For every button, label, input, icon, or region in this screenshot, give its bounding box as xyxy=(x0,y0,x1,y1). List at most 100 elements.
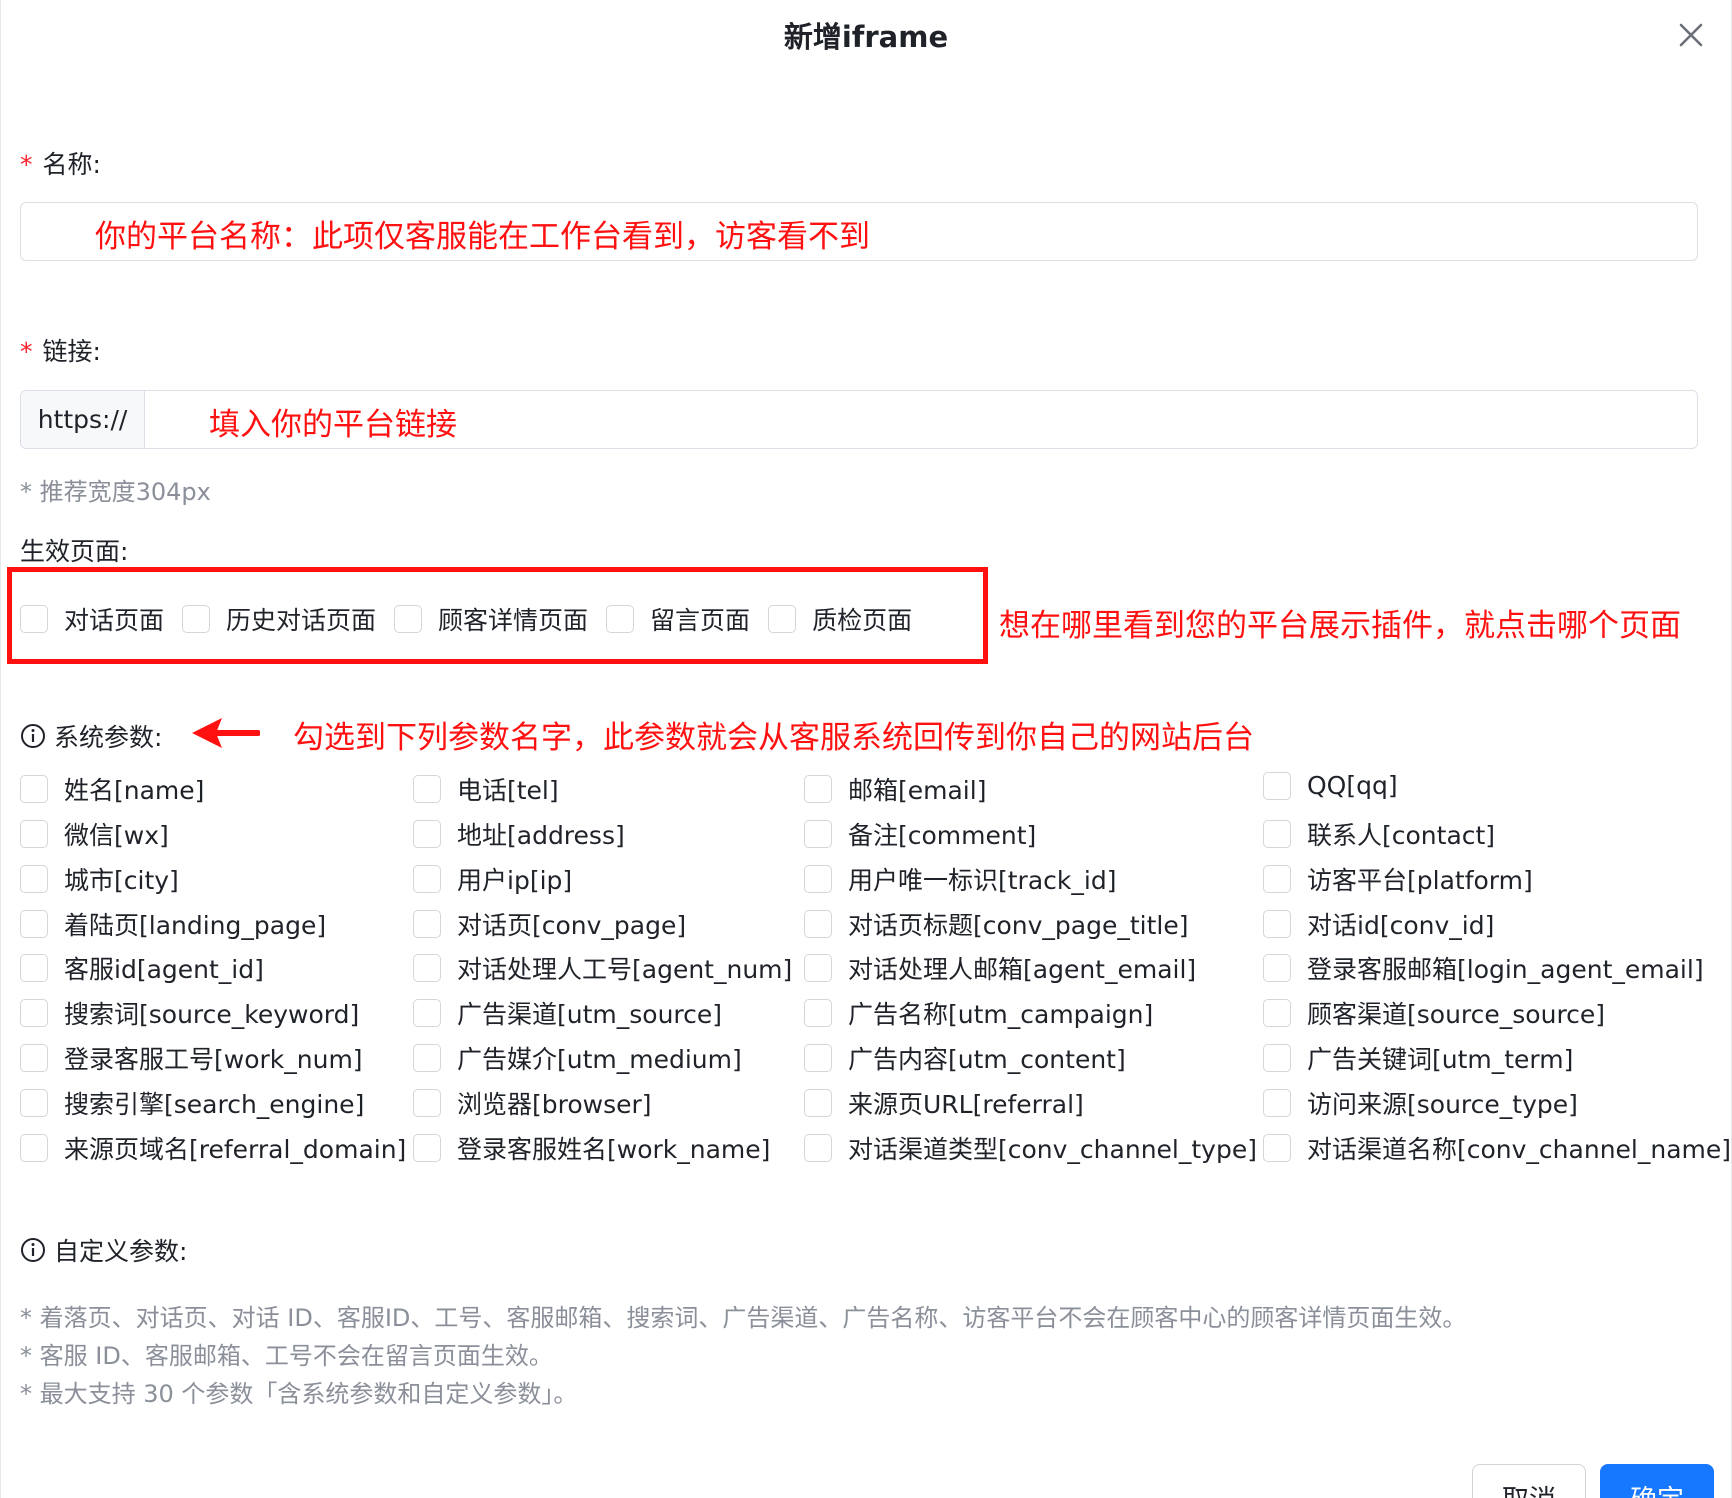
param-option[interactable]: 用户唯一标识[track_id] xyxy=(804,861,1116,897)
checkbox[interactable] xyxy=(804,1044,832,1072)
name-label-text: 名称: xyxy=(42,150,101,179)
param-option[interactable]: 对话页[conv_page] xyxy=(413,906,686,942)
checkbox[interactable] xyxy=(804,820,832,848)
checkbox[interactable] xyxy=(804,1089,832,1117)
param-option[interactable]: 对话渠道名称[conv_channel_name] xyxy=(1263,1130,1731,1166)
checkbox[interactable] xyxy=(1263,954,1291,982)
checkbox[interactable] xyxy=(804,999,832,1027)
page-option-message[interactable]: 留言页面 xyxy=(606,601,750,637)
param-option[interactable]: 备注[comment] xyxy=(804,816,1036,852)
param-option[interactable]: 姓名[name] xyxy=(20,771,204,807)
param-option[interactable]: 对话处理人工号[agent_num] xyxy=(413,950,792,986)
name-input[interactable]: 你的平台名称：此项仅客服能在工作台看到，访客看不到 xyxy=(20,202,1698,261)
checkbox[interactable] xyxy=(20,1044,48,1072)
checkbox[interactable] xyxy=(413,865,441,893)
checkbox[interactable] xyxy=(413,820,441,848)
required-mark: * xyxy=(20,150,33,179)
checkbox[interactable] xyxy=(413,775,441,803)
param-option[interactable]: 对话id[conv_id] xyxy=(1263,906,1494,942)
page-option-conversation[interactable]: 对话页面 xyxy=(20,601,164,637)
checkbox[interactable] xyxy=(413,999,441,1027)
checkbox[interactable] xyxy=(182,605,211,633)
param-option[interactable]: 广告媒介[utm_medium] xyxy=(413,1040,742,1076)
param-option[interactable]: 浏览器[browser] xyxy=(413,1085,652,1121)
checkbox[interactable] xyxy=(413,1134,441,1162)
checkbox[interactable] xyxy=(804,1134,832,1162)
checkbox[interactable] xyxy=(394,605,423,633)
param-option[interactable]: 访客平台[platform] xyxy=(1263,861,1533,897)
link-width-hint: * 推荐宽度304px xyxy=(20,478,211,506)
checkbox[interactable] xyxy=(20,605,48,633)
param-option[interactable]: 城市[city] xyxy=(20,861,179,897)
effective-pages-annotation: 想在哪里看到您的平台展示插件，就点击哪个页面 xyxy=(999,608,1681,644)
param-option[interactable]: 搜索引擎[search_engine] xyxy=(20,1085,364,1121)
effective-pages-label: 生效页面: xyxy=(20,537,129,566)
checkbox[interactable] xyxy=(20,775,48,803)
confirm-button[interactable]: 确定 xyxy=(1600,1464,1714,1498)
checkbox[interactable] xyxy=(20,865,48,893)
param-option[interactable]: 来源页域名[referral_domain] xyxy=(20,1130,406,1166)
param-option[interactable]: 用户ip[ip] xyxy=(413,861,572,897)
checkbox[interactable] xyxy=(804,865,832,893)
checkbox[interactable] xyxy=(1263,1089,1291,1117)
param-option[interactable]: QQ[qq] xyxy=(1263,771,1398,800)
param-option[interactable]: 客服id[agent_id] xyxy=(20,950,264,986)
checkbox[interactable] xyxy=(1263,999,1291,1027)
param-option[interactable]: 来源页URL[referral] xyxy=(804,1085,1084,1121)
checkbox[interactable] xyxy=(20,910,48,938)
param-option[interactable]: 对话页标题[conv_page_title] xyxy=(804,906,1189,942)
checkbox[interactable] xyxy=(1263,771,1291,800)
param-option[interactable]: 广告内容[utm_content] xyxy=(804,1040,1126,1076)
effective-pages-options: 对话页面 历史对话页面 顾客详情页面 留言页面 质检页面 xyxy=(20,601,912,637)
checkbox[interactable] xyxy=(20,1134,48,1162)
info-icon xyxy=(21,724,45,748)
custom-params-note: * 着落页、对话页、对话 ID、客服ID、工号、客服邮箱、搜索词、广告渠道、广告… xyxy=(20,1304,1467,1332)
param-option[interactable]: 着陆页[landing_page] xyxy=(20,906,326,942)
param-option[interactable]: 邮箱[email] xyxy=(804,771,986,807)
link-label-text: 链接: xyxy=(42,337,101,366)
checkbox[interactable] xyxy=(804,775,832,803)
checkbox[interactable] xyxy=(20,954,48,982)
checkbox[interactable] xyxy=(20,820,48,848)
param-option[interactable]: 对话渠道类型[conv_channel_type] xyxy=(804,1130,1257,1166)
checkbox[interactable] xyxy=(606,605,635,633)
checkbox[interactable] xyxy=(1263,1134,1291,1162)
checkbox[interactable] xyxy=(1263,910,1291,938)
param-option[interactable]: 广告名称[utm_campaign] xyxy=(804,995,1153,1031)
param-option[interactable]: 访问来源[source_type] xyxy=(1263,1085,1578,1121)
param-option[interactable]: 地址[address] xyxy=(413,816,625,852)
cancel-button[interactable]: 取消 xyxy=(1472,1464,1586,1498)
checkbox[interactable] xyxy=(1263,820,1291,848)
param-option[interactable]: 搜索词[source_keyword] xyxy=(20,995,359,1031)
param-option[interactable]: 顾客渠道[source_source] xyxy=(1263,995,1605,1031)
checkbox[interactable] xyxy=(20,1089,48,1117)
checkbox[interactable] xyxy=(804,954,832,982)
link-prefix: https:// xyxy=(21,391,145,448)
page-option-quality[interactable]: 质检页面 xyxy=(768,601,912,637)
checkbox[interactable] xyxy=(20,999,48,1027)
checkbox[interactable] xyxy=(768,605,797,633)
param-option[interactable]: 登录客服工号[work_num] xyxy=(20,1040,363,1076)
checkbox[interactable] xyxy=(804,910,832,938)
checkbox[interactable] xyxy=(413,1089,441,1117)
param-option[interactable]: 登录客服邮箱[login_agent_email] xyxy=(1263,950,1704,986)
page-option-history[interactable]: 历史对话页面 xyxy=(182,601,376,637)
close-icon[interactable] xyxy=(1672,16,1710,54)
name-label: * 名称: xyxy=(20,145,101,181)
param-option[interactable]: 微信[wx] xyxy=(20,816,169,852)
param-option[interactable]: 广告关键词[utm_term] xyxy=(1263,1040,1573,1076)
param-option[interactable]: 广告渠道[utm_source] xyxy=(413,995,722,1031)
param-option[interactable]: 联系人[contact] xyxy=(1263,816,1495,852)
name-annotation: 你的平台名称：此项仅客服能在工作台看到，访客看不到 xyxy=(95,219,870,255)
checkbox[interactable] xyxy=(1263,1044,1291,1072)
param-option[interactable]: 对话处理人邮箱[agent_email] xyxy=(804,950,1196,986)
checkbox[interactable] xyxy=(413,910,441,938)
checkbox[interactable] xyxy=(413,1044,441,1072)
checkbox[interactable] xyxy=(413,954,441,982)
arrow-left-icon xyxy=(192,718,260,748)
param-option[interactable]: 登录客服姓名[work_name] xyxy=(413,1130,770,1166)
checkbox[interactable] xyxy=(1263,865,1291,893)
param-option[interactable]: 电话[tel] xyxy=(413,771,559,807)
link-input[interactable]: https:// 填入你的平台链接 xyxy=(20,390,1698,449)
page-option-customer-detail[interactable]: 顾客详情页面 xyxy=(394,601,588,637)
